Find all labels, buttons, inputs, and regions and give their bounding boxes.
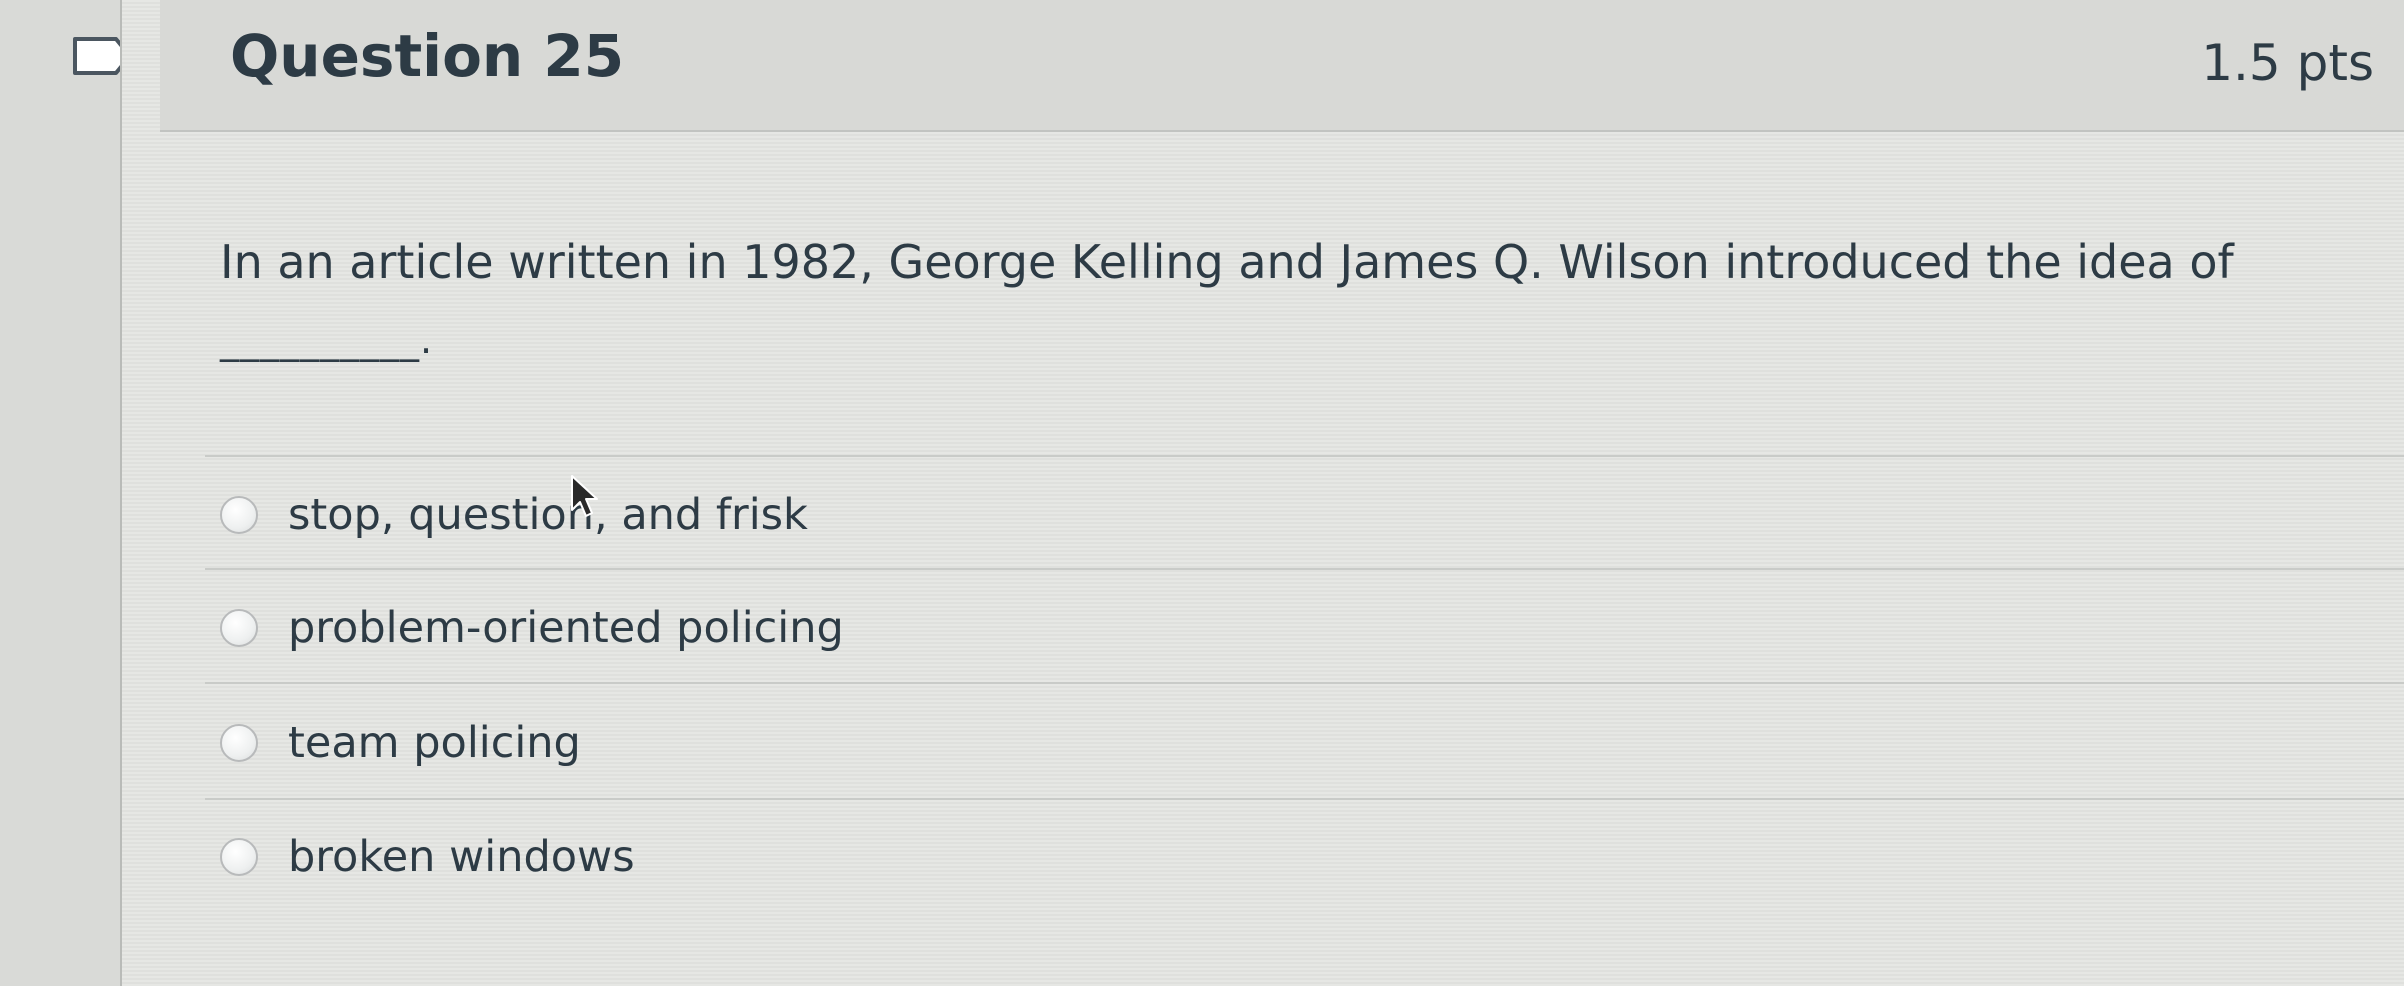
answer-divider xyxy=(205,798,2404,800)
question-header: Question 25 1.5 pts xyxy=(160,0,2404,132)
answer-option[interactable]: problem-oriented policing xyxy=(220,588,844,668)
answer-divider xyxy=(205,682,2404,684)
radio-button[interactable] xyxy=(220,496,258,534)
question-stem: In an article written in 1982, George Ke… xyxy=(220,235,2234,289)
answer-label: team policing xyxy=(288,718,581,768)
question-blank: __________. xyxy=(220,318,434,362)
radio-button[interactable] xyxy=(220,609,258,647)
answer-divider xyxy=(205,568,2404,570)
quiz-page: Question 25 1.5 pts In an article writte… xyxy=(0,0,2404,986)
answer-label: problem-oriented policing xyxy=(288,603,844,653)
answer-option[interactable]: team policing xyxy=(220,703,581,783)
mouse-pointer-icon xyxy=(571,475,598,517)
question-points: 1.5 pts xyxy=(2201,34,2374,92)
answer-option[interactable]: broken windows xyxy=(220,817,635,897)
question-title: Question 25 xyxy=(230,22,625,90)
answer-label: stop, question, and frisk xyxy=(288,490,808,540)
answers-top-divider xyxy=(205,455,2404,457)
left-margin xyxy=(0,0,132,986)
answer-option[interactable]: stop, question, and frisk xyxy=(220,475,808,555)
radio-button[interactable] xyxy=(220,724,258,762)
answer-label: broken windows xyxy=(288,832,635,882)
radio-button[interactable] xyxy=(220,838,258,876)
